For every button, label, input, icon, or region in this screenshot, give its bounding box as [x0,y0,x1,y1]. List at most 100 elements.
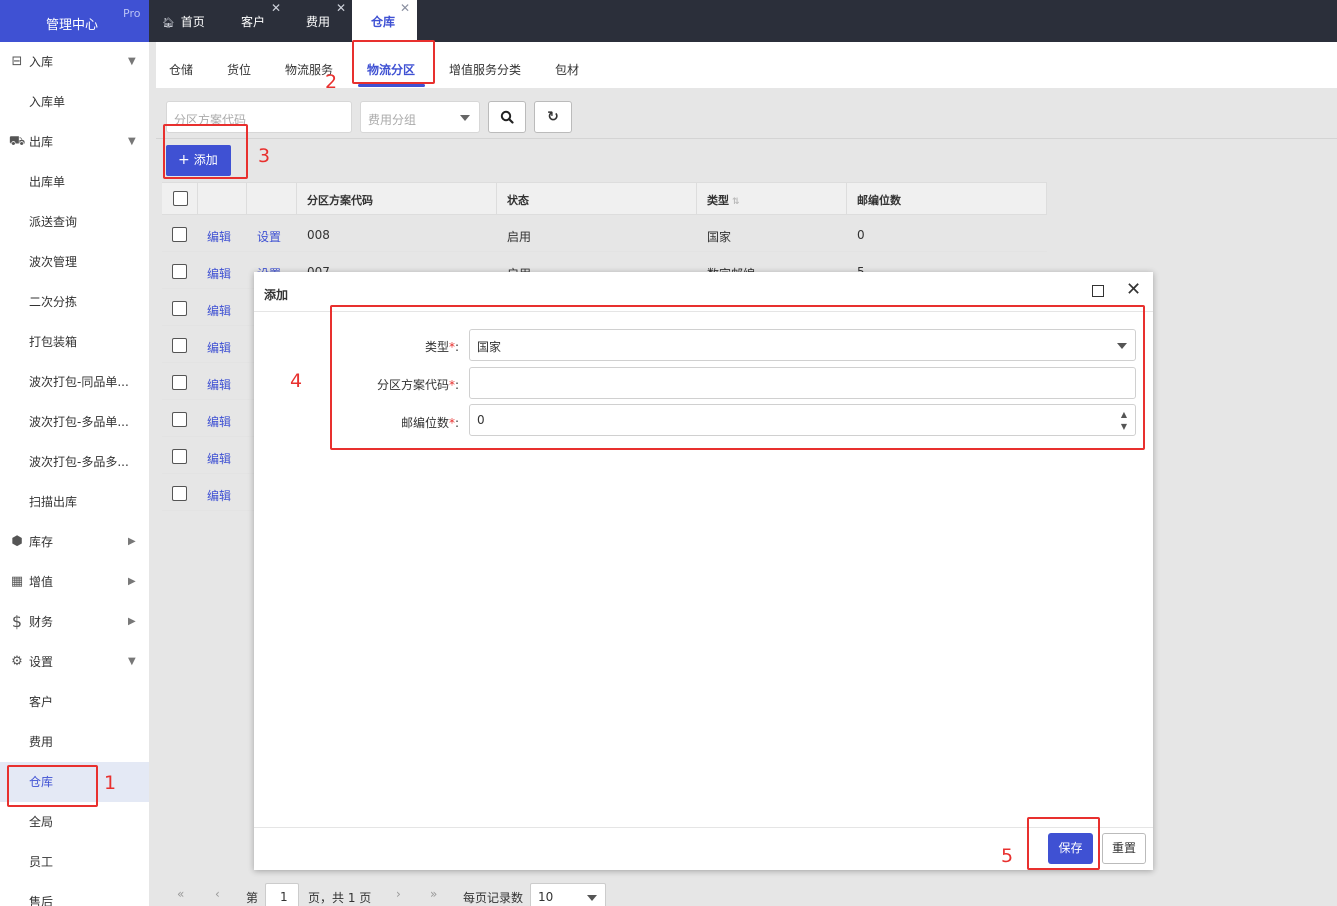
inbox-icon: ⊟ [11,54,23,69]
sidebar-item-inventory[interactable]: ⬢ 库存 ▶ [0,522,149,562]
row-checkbox[interactable] [172,264,187,279]
brand[interactable]: 管理中心 Pro [0,0,149,42]
per-page-label: 每页记录数 [463,891,524,905]
dollar-icon: $ [11,612,23,631]
sidebar-label: 库存 [29,535,54,549]
per-page-select[interactable]: 10 [530,883,606,906]
sidebar-label: 打包装箱 [29,335,78,349]
sidebar-item-settings[interactable]: ⚙ 设置 ▼ [0,642,149,682]
page-prefix: 第 [246,891,259,905]
gears-icon: ⚙ [11,654,23,669]
sidebar-item-outbound[interactable]: ⛟ 出库 ▼ [0,122,149,162]
column-header-code[interactable]: 分区方案代码 [307,192,373,208]
sidebar-item-inbound[interactable]: ⊟ 入库 ▼ [0,42,149,82]
sidebar-item-wave-management[interactable]: 波次管理 [0,242,149,282]
fee-group-select[interactable]: 费用分组 [360,101,480,133]
divider [156,138,1337,139]
tab-label: 首页 [180,15,205,29]
sort-icon[interactable]: ⇅ [732,197,740,207]
search-button[interactable] [488,101,526,133]
tab-fee[interactable]: 费用 ✕ [306,0,346,42]
close-icon[interactable]: ✕ [271,0,281,30]
column-header-digits[interactable]: 邮编位数 [857,192,901,208]
first-page-icon[interactable]: « [177,887,184,901]
sidebar-item-finance[interactable]: $ 财务 ▶ [0,602,149,642]
row-checkbox[interactable] [172,227,187,242]
sidebar-item-customer[interactable]: 客户 [0,682,149,722]
annotation-number-1: 1 [104,772,117,794]
brand-pro-badge: Pro [123,7,141,20]
sidebar-item-scan-outbound[interactable]: 扫描出库 [0,482,149,522]
last-page-icon[interactable]: » [430,887,437,901]
reset-button[interactable]: 重置 [1102,833,1146,864]
row-checkbox[interactable] [172,301,187,316]
sidebar-item-staff[interactable]: 员工 [0,842,149,882]
divider [1046,182,1047,215]
annotation-number-4: 4 [290,370,303,392]
sidebar-item-secondary-sorting[interactable]: 二次分拣 [0,282,149,322]
sidebar-item-inbound-order[interactable]: 入库单 [0,82,149,122]
edit-link[interactable]: 编辑 [207,302,231,319]
row-checkbox[interactable] [172,375,187,390]
sidebar-item-wave-pack-multi-multi[interactable]: 波次打包-多品多... [0,442,149,482]
brand-title: 管理中心 [46,18,99,33]
column-header-type[interactable]: 类型 ⇅ [707,192,740,208]
refresh-button[interactable]: ↻ [534,101,572,133]
row-checkbox[interactable] [172,449,187,464]
edit-link[interactable]: 编辑 [207,376,231,393]
edit-link[interactable]: 编辑 [207,450,231,467]
tab-home[interactable]: 🏠︎ 首页 [162,0,222,42]
tab-warehouse[interactable]: 仓库 ✕ [352,0,417,42]
select-all-checkbox[interactable] [173,191,188,206]
maximize-icon[interactable] [1092,285,1104,297]
edit-link[interactable]: 编辑 [207,265,231,282]
chevron-down-icon: ▼ [128,56,136,67]
sidebar-item-wave-pack-multi-single[interactable]: 波次打包-多品单... [0,402,149,442]
next-page-icon[interactable]: › [396,887,401,901]
row-checkbox[interactable] [172,412,187,427]
edit-link[interactable]: 编辑 [207,487,231,504]
sidebar-label: 客户 [29,695,54,709]
prev-page-icon[interactable]: ‹ [215,887,220,901]
sidebar-label: 波次管理 [29,255,78,269]
close-icon[interactable]: ✕ [1126,281,1141,299]
subtab-packaging[interactable]: 包材 [555,61,579,78]
sidebar-item-packing[interactable]: 打包装箱 [0,322,149,362]
truck-icon: ⛟ [8,134,26,149]
subtab-location[interactable]: 货位 [227,61,251,78]
placeholder: 费用分组 [368,113,417,127]
table-row: 编辑 设置 008 启用 国家 0 [162,215,1047,252]
sidebar-label: 费用 [29,735,54,749]
search-icon [500,110,514,124]
chevron-right-icon: ▶ [128,536,136,547]
setting-link[interactable]: 设置 [257,228,281,245]
tab-customer[interactable]: 客户 ✕ [241,0,281,42]
sidebar-item-outbound-order[interactable]: 出库单 [0,162,149,202]
sidebar-label: 增值 [29,575,54,589]
subtab-value-added-category[interactable]: 增值服务分类 [449,61,521,78]
tab-label: 仓库 [371,15,396,29]
sidebar-label: 派送查询 [29,215,78,229]
sidebar-label: 波次打包-多品单... [29,415,129,429]
edit-link[interactable]: 编辑 [207,228,231,245]
page-number-input[interactable]: 1 [265,883,299,906]
close-icon[interactable]: ✕ [400,0,410,30]
column-header-status[interactable]: 状态 [507,192,529,208]
sidebar-label: 波次打包-多品多... [29,455,129,469]
sidebar-label: 设置 [29,655,54,669]
sidebar-item-global[interactable]: 全局 [0,802,149,842]
sidebar-label: 全局 [29,815,54,829]
sidebar-item-after-sales[interactable]: 售后 [0,882,149,906]
close-icon[interactable]: ✕ [336,0,346,30]
annotation-number-2: 2 [325,71,338,93]
row-checkbox[interactable] [172,338,187,353]
sidebar-item-fee[interactable]: 费用 [0,722,149,762]
edit-link[interactable]: 编辑 [207,413,231,430]
sidebar-item-delivery-query[interactable]: 派送查询 [0,202,149,242]
sidebar-item-value-added[interactable]: ▦ 增值 ▶ [0,562,149,602]
tab-label: 客户 [241,15,266,29]
row-checkbox[interactable] [172,486,187,501]
subtab-storage[interactable]: 仓储 [169,61,193,78]
edit-link[interactable]: 编辑 [207,339,231,356]
sidebar-item-wave-pack-same[interactable]: 波次打包-同品单... [0,362,149,402]
